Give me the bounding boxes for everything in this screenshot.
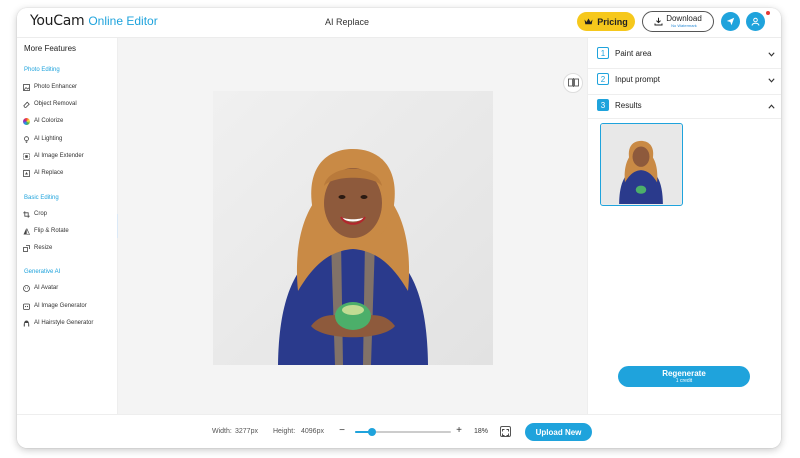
sidebar-item-label: AI Lighting	[34, 136, 63, 142]
regenerate-label: Regenerate	[662, 368, 706, 378]
crop-icon	[23, 210, 30, 218]
step-label: Input prompt	[615, 74, 660, 84]
expand-icon	[23, 152, 30, 160]
sidebar-item-photo-enhancer[interactable]: Photo Enhancer	[23, 81, 117, 93]
height-label: Height:	[273, 428, 296, 435]
sidebar-item-label: Flip & Rotate	[34, 228, 69, 234]
share-button[interactable]	[721, 12, 740, 31]
step-label: Results	[615, 100, 642, 110]
user-icon	[751, 13, 760, 31]
top-bar: YouCam Online Editor AI Replace Pricing …	[17, 8, 781, 38]
portrait-illustration	[213, 91, 493, 365]
section-label-generative-ai: Generative AI	[24, 269, 61, 275]
pricing-label: Pricing	[597, 16, 628, 27]
sidebar: More Features Photo Editing Photo Enhanc…	[17, 38, 118, 414]
zoom-out-button[interactable]: −	[337, 425, 347, 437]
sidebar-item-ai-image-extender[interactable]: AI Image Extender	[23, 150, 117, 162]
zoom-in-button[interactable]: +	[454, 425, 464, 437]
step-input-prompt[interactable]: 2 Input prompt	[597, 72, 775, 86]
sidebar-item-ai-replace[interactable]: AI Replace	[23, 167, 117, 179]
sidebar-item-ai-image-generator[interactable]: AI Image Generator	[23, 300, 117, 312]
image-icon	[23, 83, 30, 91]
logo-brand: YouCam	[30, 13, 85, 29]
edited-photo[interactable]	[213, 91, 493, 365]
section-label-basic-editing: Basic Editing	[24, 195, 59, 201]
page-title: AI Replace	[324, 17, 370, 27]
section-label-photo-editing: Photo Editing	[24, 67, 60, 73]
sidebar-item-ai-hairstyle-generator[interactable]: AI Hairstyle Generator	[23, 317, 117, 329]
compare-icon	[567, 74, 579, 92]
step-results[interactable]: 3 Results	[597, 98, 775, 112]
resize-icon	[23, 244, 30, 252]
crown-icon	[584, 17, 593, 27]
account-button[interactable]	[746, 12, 765, 31]
result-thumbnail-image	[601, 124, 682, 204]
sidebar-item-label: Resize	[34, 245, 53, 251]
download-sublabel: No Watermark	[671, 23, 697, 28]
send-icon	[726, 13, 735, 31]
image-generator-icon	[23, 303, 30, 310]
lightbulb-icon	[23, 135, 30, 143]
hairstyle-icon	[23, 320, 30, 327]
step-paint-area[interactable]: 1 Paint area	[597, 46, 775, 60]
step-number: 1	[597, 47, 609, 59]
replace-icon	[23, 169, 30, 177]
regenerate-button[interactable]: Regenerate 1 credit	[618, 366, 750, 387]
sidebar-item-label: AI Avatar	[34, 285, 59, 291]
fit-screen-icon	[502, 423, 509, 441]
download-text: Download No Watermark	[666, 15, 702, 28]
sidebar-item-label: AI Hairstyle Generator	[34, 320, 94, 326]
logo[interactable]: YouCam Online Editor	[30, 13, 158, 29]
compare-button[interactable]	[563, 73, 583, 93]
app-window: YouCam Online Editor AI Replace Pricing …	[17, 8, 781, 448]
sidebar-item-label: AI Colorize	[34, 118, 64, 124]
regenerate-credit: 1 credit	[675, 377, 693, 384]
sidebar-item-label: Object Removal	[34, 101, 77, 107]
chevron-down-icon	[768, 70, 775, 88]
sidebar-item-label: AI Image Generator	[34, 303, 87, 309]
download-icon	[654, 13, 663, 31]
chevron-up-icon	[768, 96, 775, 114]
pricing-button[interactable]: Pricing	[577, 12, 635, 31]
step-label: Paint area	[615, 48, 652, 58]
sidebar-item-ai-avatar[interactable]: AI Avatar	[23, 282, 117, 294]
sidebar-item-label: AI Image Extender	[34, 153, 84, 159]
height-value: 4096px	[301, 428, 324, 435]
sidebar-item-label: Crop	[34, 211, 48, 217]
sidebar-item-ai-lighting[interactable]: AI Lighting	[23, 133, 117, 145]
notification-dot	[766, 11, 770, 15]
result-thumbnail[interactable]	[600, 123, 683, 206]
sidebar-item-crop[interactable]: Crop	[23, 208, 117, 220]
sidebar-item-label: Photo Enhancer	[34, 84, 78, 90]
sidebar-item-object-removal[interactable]: Object Removal	[23, 98, 117, 110]
divider	[588, 68, 781, 69]
upload-new-button[interactable]: Upload New	[525, 423, 592, 441]
step-number: 3	[597, 99, 609, 111]
download-label: Download	[666, 14, 702, 23]
divider	[588, 94, 781, 95]
bottom-toolbar: Width: 3277px Height: 4096px − + 18% Upl…	[17, 414, 781, 448]
eraser-icon	[23, 101, 30, 108]
chevron-down-icon	[768, 44, 775, 62]
sidebar-title: More Features	[24, 44, 77, 53]
zoom-slider-thumb[interactable]	[368, 428, 377, 436]
step-number: 2	[597, 73, 609, 85]
zoom-percent: 18%	[474, 428, 489, 435]
width-label: Width:	[212, 428, 232, 435]
sidebar-item-label: AI Replace	[34, 170, 64, 176]
right-panel: 1 Paint area 2 Input prompt 3 Results Re…	[587, 38, 781, 414]
logo-product: Online Editor	[88, 14, 158, 28]
flip-icon	[23, 227, 30, 235]
avatar-icon	[23, 284, 30, 292]
sidebar-item-ai-colorize[interactable]: AI Colorize	[23, 115, 117, 127]
download-button[interactable]: Download No Watermark	[642, 11, 714, 32]
sidebar-item-resize[interactable]: Resize	[23, 242, 117, 254]
fit-screen-button[interactable]	[500, 426, 511, 437]
zoom-slider[interactable]	[355, 428, 451, 436]
color-wheel-icon	[23, 117, 30, 125]
width-value: 3277px	[235, 428, 258, 435]
divider	[588, 118, 781, 119]
sidebar-item-flip-rotate[interactable]: Flip & Rotate	[23, 225, 117, 237]
